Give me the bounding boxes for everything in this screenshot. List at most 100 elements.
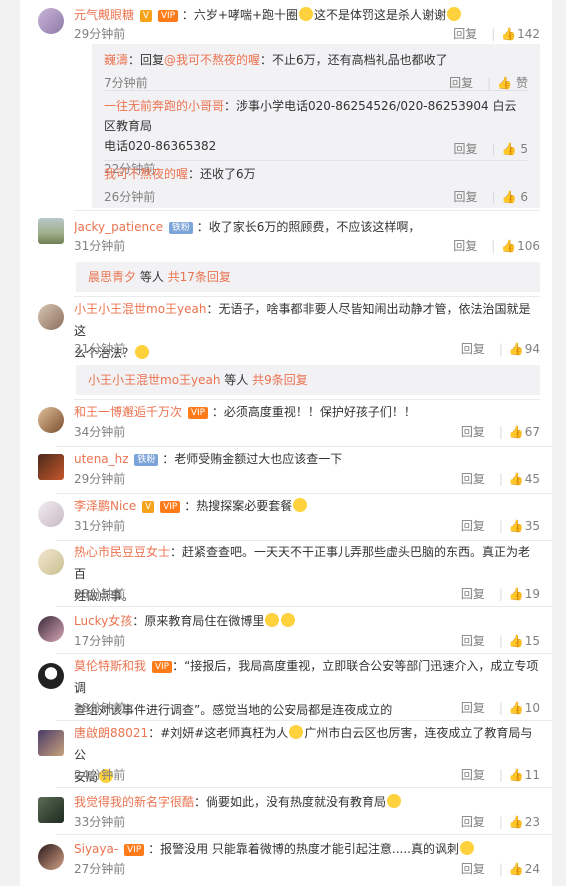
comment-text: ：#刘妍#这老师真枉为人: [148, 726, 289, 740]
replier-name[interactable]: 我可不熬夜的喔: [104, 167, 188, 181]
like-count[interactable]: 11: [525, 768, 540, 782]
avatar[interactable]: [38, 304, 64, 330]
like-count[interactable]: 45: [525, 472, 540, 486]
vip-badge: VIP: [160, 501, 181, 513]
reply-count-link[interactable]: 共17条回复: [168, 270, 231, 284]
emoji-icon: [447, 7, 462, 21]
reply-button[interactable]: 回复: [461, 472, 485, 486]
avatar[interactable]: [38, 844, 64, 870]
commenter-name[interactable]: Lucky女孩: [74, 614, 132, 628]
divider: [74, 210, 540, 211]
reply-button[interactable]: 回复: [461, 519, 485, 533]
like-count[interactable]: 10: [525, 701, 540, 715]
avatar[interactable]: [38, 663, 64, 689]
more-replies[interactable]: 晨思青夕 等人 共17条回复: [76, 262, 540, 292]
comment-actions: 回复 | 👍 142: [453, 27, 540, 41]
avatar[interactable]: [38, 454, 64, 480]
avatar[interactable]: [38, 797, 64, 823]
thumb-up-icon[interactable]: 👍: [509, 342, 524, 356]
thumb-up-icon[interactable]: 👍: [509, 701, 524, 715]
thumb-up-icon[interactable]: 👍: [497, 76, 512, 90]
like-count[interactable]: 19: [525, 587, 540, 601]
reply-text: ：回复: [128, 53, 165, 67]
reply-button[interactable]: 回复: [461, 425, 485, 439]
commenter-name[interactable]: 我觉得我的新名字很酷: [74, 795, 194, 809]
reply-button[interactable]: 回复: [461, 815, 485, 829]
comment-time: 31分钟前: [74, 519, 126, 533]
commenter-name[interactable]: utena_hz: [74, 452, 129, 466]
reply-button[interactable]: 回复: [453, 27, 477, 41]
replier-name[interactable]: 巍濤: [104, 53, 128, 67]
comment-item: 李泽鹏Nice V VIP ：热搜探案必要套餐 31分钟前 回复 | 👍 35: [38, 495, 540, 535]
reply-count-link[interactable]: 共9条回复: [252, 373, 308, 387]
reply-button[interactable]: 回复: [461, 587, 485, 601]
reply-button[interactable]: 回复: [461, 768, 485, 782]
thumb-up-icon[interactable]: 👍: [509, 815, 524, 829]
replier-name[interactable]: 一往无前奔跑的小哥哥: [104, 99, 224, 113]
commenter-name[interactable]: Siyaya-: [74, 842, 118, 856]
thumb-up-icon[interactable]: 👍: [501, 239, 516, 253]
commenter-name[interactable]: 热心市民豆豆女士: [74, 545, 170, 559]
thumb-up-icon[interactable]: 👍: [502, 142, 517, 156]
like-count[interactable]: 24: [525, 862, 540, 876]
like-count[interactable]: 6: [520, 190, 528, 204]
commenter-name[interactable]: Jacky_patience: [74, 220, 163, 234]
reply-button[interactable]: 回复: [461, 862, 485, 876]
fan-badge: 铁粉: [134, 454, 159, 466]
comment-time: 24分钟前: [74, 768, 126, 782]
thumb-up-icon[interactable]: 👍: [501, 27, 516, 41]
reply-button[interactable]: 回复: [461, 634, 485, 648]
thumb-up-icon[interactable]: 👍: [509, 634, 524, 648]
commenter-name[interactable]: 小王小王混世mo王yeah: [74, 302, 206, 316]
reply-text-cont: 电话020-86365382: [104, 139, 217, 153]
commenter-name[interactable]: 莫伦特斯和我: [74, 659, 146, 673]
replier-name[interactable]: 小王小王混世mo王yeah: [88, 373, 220, 387]
like-count[interactable]: 142: [517, 27, 540, 41]
reply-button[interactable]: 回复: [454, 142, 478, 156]
more-replies[interactable]: 小王小王混世mo王yeah 等人 共9条回复: [76, 365, 540, 395]
emoji-icon: [281, 613, 296, 627]
mention-link[interactable]: @我可不熬夜的喔: [164, 53, 260, 67]
divider: [56, 787, 552, 788]
avatar[interactable]: [38, 8, 64, 34]
reply-button[interactable]: 回复: [453, 239, 477, 253]
comment-text: ：热搜探案必要套餐: [184, 499, 293, 513]
like-count[interactable]: 106: [517, 239, 540, 253]
commenter-name[interactable]: 元气觍眼糖: [74, 8, 134, 22]
replier-name[interactable]: 晨思青夕: [88, 270, 136, 284]
like-count[interactable]: 5: [520, 142, 528, 156]
avatar[interactable]: [38, 218, 64, 244]
comment-text: ：老师受贿金额过大也应该查一下: [162, 452, 343, 466]
reply-button[interactable]: 回复: [461, 342, 485, 356]
reply-button[interactable]: 回复: [461, 701, 485, 715]
thumb-up-icon[interactable]: 👍: [509, 587, 524, 601]
reply-button[interactable]: 回复: [454, 190, 478, 204]
thumb-up-icon[interactable]: 👍: [509, 519, 524, 533]
emoji-icon: [460, 841, 474, 855]
like-count[interactable]: 67: [525, 425, 540, 439]
thumb-up-icon[interactable]: 👍: [509, 425, 524, 439]
like-count[interactable]: 23: [525, 815, 540, 829]
thumb-up-icon[interactable]: 👍: [509, 768, 524, 782]
like-count[interactable]: 94: [525, 342, 540, 356]
thumb-up-icon[interactable]: 👍: [502, 190, 517, 204]
avatar[interactable]: [38, 730, 64, 756]
divider: [104, 90, 528, 91]
reply-button[interactable]: 回复: [449, 76, 473, 90]
more-text: 等人: [136, 270, 168, 284]
like-count[interactable]: 15: [525, 634, 540, 648]
thumb-up-icon[interactable]: 👍: [509, 862, 524, 876]
commenter-name[interactable]: 和王一博邂逅千万次: [74, 405, 182, 419]
avatar[interactable]: [38, 407, 64, 433]
avatar[interactable]: [38, 501, 64, 527]
thumb-up-icon[interactable]: 👍: [509, 472, 524, 486]
avatar[interactable]: [38, 549, 64, 575]
commenter-name[interactable]: 唐啟朗88021: [74, 726, 148, 740]
like-count[interactable]: 赞: [516, 76, 528, 90]
avatar[interactable]: [38, 616, 64, 642]
divider: [56, 834, 552, 835]
like-count[interactable]: 35: [525, 519, 540, 533]
comment-time: 18分钟前: [74, 701, 126, 715]
commenter-name[interactable]: 李泽鹏Nice: [74, 499, 136, 513]
emoji-icon: [299, 7, 314, 21]
